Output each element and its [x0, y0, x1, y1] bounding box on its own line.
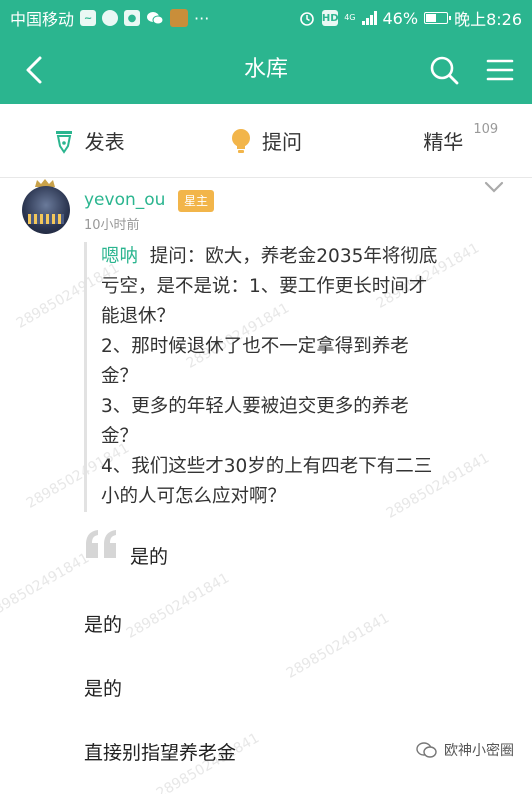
- watermark: 2898502491841: [123, 570, 233, 642]
- tab-publish[interactable]: 发表: [0, 104, 177, 177]
- quote-line: 3、更多的年轻人要被迫交更多的养老: [101, 396, 409, 417]
- quoted-question[interactable]: 嗯呐 提问：欧大，养老金2035年将彻底 亏空，是不是说：1、要工作更长时间才 …: [84, 242, 512, 512]
- battery-percent: 46%: [382, 8, 419, 28]
- watermark: 2898502491841: [283, 610, 393, 682]
- clock-time: 晚上8:26: [454, 10, 522, 29]
- hd-icon: HD: [322, 10, 339, 26]
- quote-line: 金？: [101, 426, 139, 447]
- hamburger-menu-icon: [486, 59, 514, 81]
- wechat-logo-icon: [416, 742, 437, 758]
- quote-line: 提问：欧大，养老金2035年将彻底: [149, 246, 438, 267]
- tab-featured-label: 精华: [423, 130, 464, 154]
- quote-line: 金？: [101, 366, 139, 387]
- app-notification-icon: [102, 10, 119, 26]
- tab-ask[interactable]: 提问: [177, 104, 354, 177]
- search-button[interactable]: [428, 54, 460, 86]
- quote-line: 小的人可怎么应对啊？: [101, 486, 287, 507]
- alarm-icon: [298, 9, 316, 27]
- quote-author[interactable]: 嗯呐: [101, 246, 138, 267]
- host-badge: 星主: [178, 190, 215, 212]
- app-badge-icon: [170, 9, 189, 27]
- pen-icon: [55, 130, 72, 154]
- wechat-icon: [146, 9, 164, 27]
- reply-text: 是的: [130, 546, 169, 568]
- chevron-down-icon[interactable]: [484, 180, 504, 194]
- signal-icon: [361, 11, 377, 25]
- shield-icon: ●: [124, 10, 141, 26]
- post-time: 10小时前: [84, 218, 140, 233]
- action-tabs: 发表 提问 精华 109: [0, 104, 532, 178]
- tab-ask-label: 提问: [261, 130, 302, 154]
- quote-line: 亏空，是不是说：1、要工作更长时间才: [101, 276, 428, 297]
- battery-icon: [424, 12, 452, 24]
- menu-button[interactable]: [486, 56, 514, 84]
- quote-line: 4、我们这些才30岁的上有四老下有二三: [101, 456, 433, 477]
- watermark: 2898502491841: [0, 550, 93, 622]
- brand-watermark: 欧神小密圈: [416, 740, 514, 760]
- quote-mark-icon: [86, 530, 116, 558]
- author-name[interactable]: yevon_ou: [84, 190, 165, 210]
- reply-text: 是的: [84, 678, 123, 700]
- activity-icon: ~: [80, 10, 97, 26]
- tab-featured[interactable]: 精华 109: [355, 104, 532, 177]
- nav-bar: 水库: [0, 36, 532, 104]
- reply-text: 是的: [84, 614, 123, 636]
- search-icon: [430, 56, 459, 85]
- brand-name: 欧神小密圈: [444, 743, 514, 759]
- featured-count: 109: [473, 122, 499, 137]
- post-card: 2898502491841 2898502491841 289850249184…: [0, 178, 532, 794]
- reply-text: 直接别指望养老金: [84, 742, 237, 764]
- carrier-label: 中国移动: [10, 10, 75, 29]
- network-type-label: 4G: [344, 13, 356, 22]
- tab-publish-label: 发表: [84, 130, 125, 154]
- lightbulb-icon: [231, 128, 250, 153]
- more-notifications-icon: ···: [194, 8, 210, 28]
- quote-line: 能退休？: [101, 306, 176, 327]
- status-bar: 中国移动 ~ ● ··· HD 4G 46% 晚上8:26: [0, 0, 532, 36]
- avatar[interactable]: [22, 186, 70, 234]
- quote-line: 2、那时候退休了也不一定拿得到养老: [101, 336, 409, 357]
